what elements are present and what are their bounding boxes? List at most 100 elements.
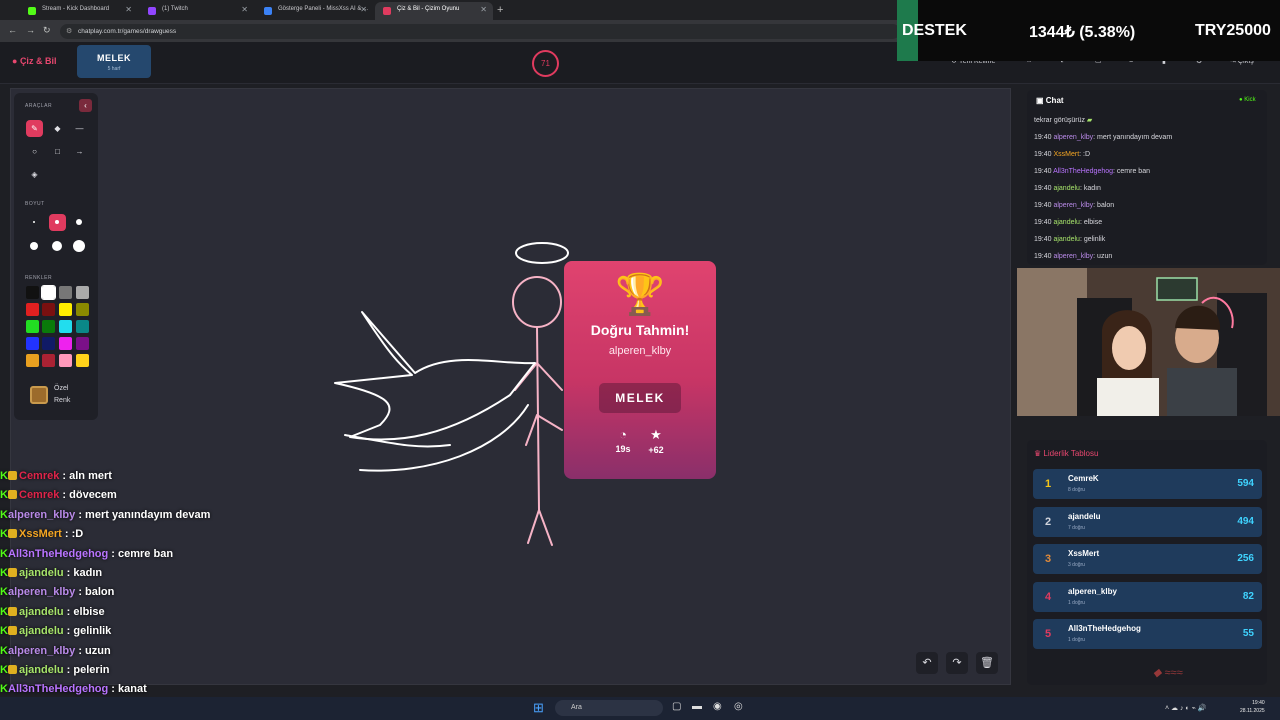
- color-swatch[interactable]: [26, 354, 39, 367]
- custom-color-swatch[interactable]: [30, 386, 48, 404]
- url-bar[interactable]: ⚙ chatplay.com.tr/games/drawguess: [60, 24, 900, 39]
- color-swatch[interactable]: [42, 303, 55, 316]
- circle-icon[interactable]: ○: [26, 143, 43, 160]
- new-tab-icon[interactable]: +: [497, 4, 503, 16]
- size-l-button[interactable]: [26, 238, 43, 255]
- chat-username: alperen_klby: [1053, 134, 1094, 141]
- redo-icon[interactable]: ↷: [946, 652, 968, 674]
- app-logo[interactable]: ● Çiz & Bil: [12, 56, 56, 66]
- size-section-label: BOYUT: [25, 201, 45, 207]
- chat-time: 19:40: [1034, 151, 1054, 158]
- browser-tab[interactable]: (1) Twitch ✕: [140, 2, 254, 20]
- chrome-icon[interactable]: ◉: [713, 701, 722, 712]
- file-explorer-icon[interactable]: ▬: [692, 701, 702, 712]
- chat-line: 19:40 ajandelu: kadın: [1034, 185, 1101, 192]
- browser-tab[interactable]: Stream - Kick Dashboard ✕: [20, 2, 138, 20]
- color-swatch[interactable]: [59, 320, 72, 333]
- leaderboard-header: ♛ Liderlik Tablosu: [1034, 449, 1099, 458]
- task-view-icon[interactable]: ▢: [672, 701, 681, 712]
- rectangle-icon[interactable]: □: [49, 143, 66, 160]
- chat-message: : mert yanındayım devam: [75, 508, 211, 521]
- windows-start-icon[interactable]: ⊞: [533, 700, 544, 716]
- color-swatch[interactable]: [76, 303, 89, 316]
- color-swatch[interactable]: [76, 354, 89, 367]
- app-icon[interactable]: ◎: [734, 701, 743, 712]
- chat-message: : kadın: [63, 567, 103, 579]
- chat-username: XssMert: [1053, 151, 1080, 158]
- leaderboard-name: alperen_klby: [1068, 586, 1117, 596]
- leaderboard-points: 494: [1237, 515, 1254, 527]
- overlay-chat-line: Kalperen_klby : mert yanındayım devam: [0, 509, 210, 521]
- badge-icon: [8, 490, 17, 500]
- chat-username: Cemrek: [19, 489, 60, 502]
- size-xs-button[interactable]: [26, 214, 43, 231]
- arrow-icon[interactable]: →: [71, 143, 88, 160]
- chat-username: All3nTheHedgehog: [8, 547, 109, 560]
- undo-icon[interactable]: ↶: [916, 652, 938, 674]
- color-swatch[interactable]: [26, 303, 39, 316]
- size-m-button[interactable]: [71, 214, 88, 231]
- current-word: MELEK: [97, 53, 131, 63]
- chat-message: : kanat: [108, 683, 147, 696]
- system-tray-icons[interactable]: ˄ ☁ ♪ ◐ ⌁ 🔊: [1165, 704, 1206, 712]
- eraser-icon[interactable]: ◆: [49, 120, 66, 137]
- reload-icon[interactable]: ↻: [43, 25, 51, 36]
- chat-username: All3nTheHedgehog: [1053, 168, 1114, 175]
- color-swatch[interactable]: [76, 286, 89, 299]
- chat-message: : :D: [61, 528, 84, 541]
- donation-ticker: DESTEK 1344₺ (5.38%) TRY25000: [897, 0, 1280, 61]
- browser-tab[interactable]: Gösterge Paneli - MissXss AI & ... ✕: [256, 2, 373, 20]
- leaderboard-count: 8 doğru: [1068, 487, 1085, 493]
- size-xxl-button[interactable]: [71, 238, 88, 255]
- angel-drawing: [334, 242, 569, 546]
- trophy-icon: 🏆: [615, 273, 665, 317]
- size-xl-button[interactable]: [49, 238, 66, 255]
- custom-color-label: Özel Renk: [54, 385, 71, 404]
- color-swatch[interactable]: [59, 286, 72, 299]
- chat-username: alperen_klby: [1053, 253, 1094, 260]
- chat-line: 19:40 alperen_klby: balon: [1034, 202, 1114, 209]
- trash-icon[interactable]: 🗑: [976, 652, 998, 674]
- star-icon: ★: [650, 427, 662, 442]
- close-tab-icon[interactable]: ✕: [241, 5, 248, 14]
- overlay-chat-line: Kajandelu : kadın: [0, 567, 102, 579]
- close-tab-icon[interactable]: ✕: [125, 5, 132, 14]
- color-swatch[interactable]: [76, 320, 89, 333]
- palette-icon: ●: [12, 56, 20, 66]
- close-tab-icon[interactable]: ✕: [480, 5, 487, 14]
- leaderboard-points: 82: [1242, 590, 1254, 602]
- color-swatch[interactable]: [59, 337, 72, 350]
- color-swatch[interactable]: [26, 320, 39, 333]
- taskbar-search[interactable]: Ara: [555, 700, 663, 716]
- card-word: MELEK: [599, 383, 681, 413]
- forward-icon[interactable]: →: [26, 25, 35, 35]
- color-swatch[interactable]: [42, 320, 55, 333]
- color-swatch[interactable]: [41, 285, 56, 300]
- size-s-button[interactable]: [49, 214, 66, 231]
- color-swatch[interactable]: [26, 286, 39, 299]
- kick-icon: K: [0, 683, 8, 696]
- site-info-icon[interactable]: ⚙: [66, 27, 72, 35]
- size-dot: [33, 221, 35, 223]
- back-icon[interactable]: ←: [8, 25, 17, 35]
- overlay-chat-line: KAll3nTheHedgehog : kanat: [0, 683, 147, 695]
- leaderboard-name: ajandelu: [1068, 511, 1101, 521]
- chat-message: : balon: [1093, 202, 1115, 209]
- chat-time: 19:40: [1034, 185, 1054, 192]
- pen-icon[interactable]: ✎: [26, 120, 43, 137]
- color-swatch[interactable]: [59, 354, 72, 367]
- color-swatch[interactable]: [59, 303, 72, 316]
- brand-watermark-logo: ◆ ≈≈≈: [1153, 667, 1183, 679]
- color-swatch[interactable]: [42, 337, 55, 350]
- browser-tab-active[interactable]: Çiz & Bil - Çizim Oyunu ✕: [375, 2, 493, 20]
- fill-bucket-icon[interactable]: ◈: [26, 166, 43, 183]
- color-swatch[interactable]: [26, 337, 39, 350]
- close-tab-icon[interactable]: ✕: [360, 5, 367, 14]
- size-dot: [76, 219, 82, 225]
- line-icon[interactable]: —: [71, 120, 88, 137]
- size-dot: [52, 241, 62, 251]
- color-swatch[interactable]: [42, 354, 55, 367]
- collapse-panel-icon[interactable]: ‹: [79, 99, 92, 112]
- correct-guess-card: 🏆 Doğru Tahmin! alperen_klby MELEK ◔ 19s…: [564, 261, 716, 479]
- color-swatch[interactable]: [76, 337, 89, 350]
